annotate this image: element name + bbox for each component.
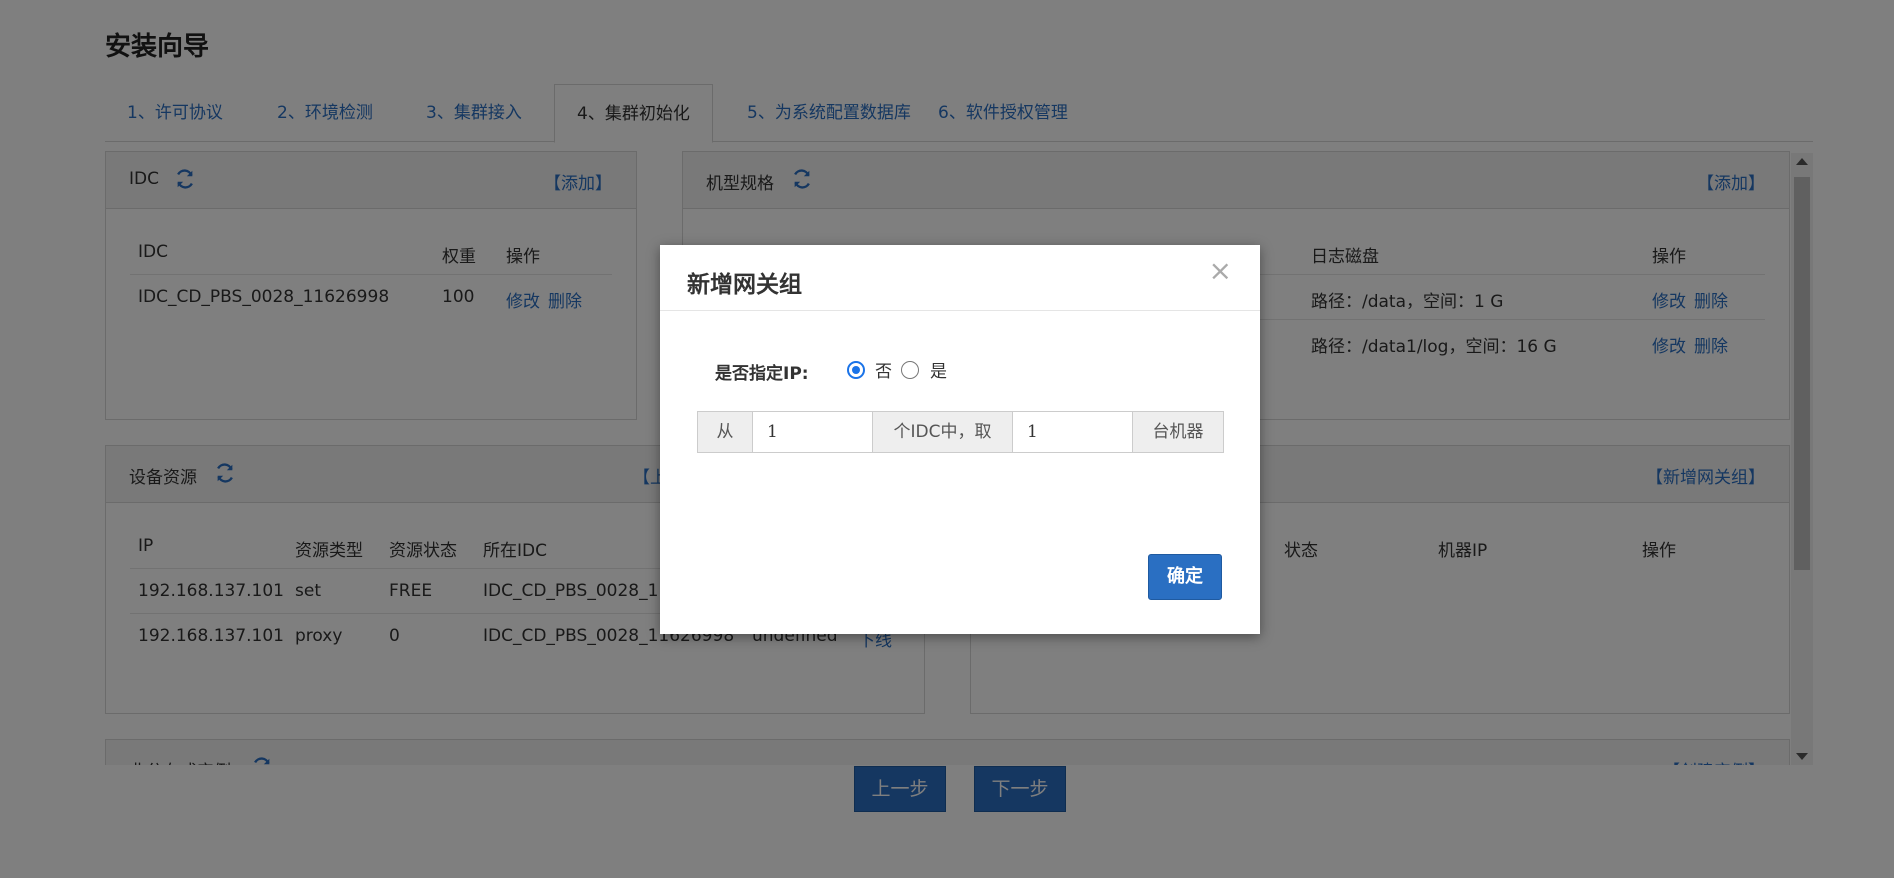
- specify-ip-no-radio[interactable]: [847, 361, 865, 379]
- specify-ip-yes-radio[interactable]: [901, 361, 919, 379]
- machine-count-input[interactable]: 1: [1013, 412, 1133, 452]
- add-gateway-dialog: 新增网关组 × 是否指定IP: 否 是 从 1 个IDC中，取 1 台机器 确定: [660, 245, 1260, 634]
- dialog-title: 新增网关组: [687, 272, 802, 298]
- specify-ip-no-label: 否: [875, 362, 892, 382]
- gateway-count-group: 从 1 个IDC中，取 1 台机器: [697, 411, 1224, 453]
- from-addon: 从: [698, 412, 753, 452]
- specify-ip-yes-label: 是: [930, 362, 947, 382]
- middle-addon: 个IDC中，取: [873, 412, 1013, 452]
- confirm-button[interactable]: 确定: [1148, 554, 1222, 600]
- specify-ip-label: 是否指定IP:: [715, 364, 809, 384]
- close-icon[interactable]: ×: [1209, 257, 1232, 285]
- idc-count-input[interactable]: 1: [753, 412, 873, 452]
- dialog-divider: [660, 310, 1260, 311]
- unit-addon: 台机器: [1133, 412, 1223, 452]
